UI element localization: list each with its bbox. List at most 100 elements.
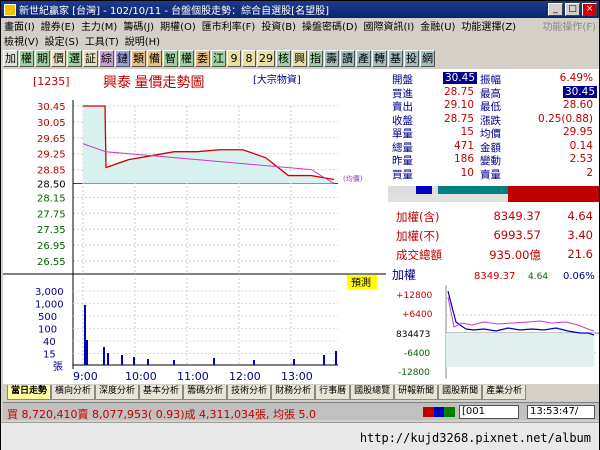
time-axis-label: 11:00 xyxy=(177,370,209,383)
toolbar-button[interactable]: 核 xyxy=(276,49,291,67)
clock-display: 13:53:47/ xyxy=(527,405,595,419)
tab-9[interactable]: 研報新聞 xyxy=(394,385,439,400)
app-window: 新世紀贏家 [台灣] - 102/10/11 - 台盤個股走勢：綜合自選股[名望… xyxy=(0,0,600,450)
toolbar: 加權期價選証綜鏈類備智權委江 9 8 29 核興指壽讀產轉基投網 xyxy=(1,48,599,68)
tab-3[interactable]: 基本分析 xyxy=(139,385,184,400)
mini-index-chart[interactable]: 加權 8349.37 4.64 0.06% +12800 +6400 83447… xyxy=(388,267,599,384)
toolbar-button[interactable]: 基 xyxy=(388,49,403,67)
mini-axis-label: +6400 xyxy=(402,310,433,320)
volume-bar xyxy=(84,305,86,365)
tab-1[interactable]: 橫向分析 xyxy=(51,385,96,400)
volume-bar xyxy=(335,351,337,365)
menu-item[interactable]: 畫面(I) xyxy=(1,18,38,33)
mini-pct: 0.06% xyxy=(563,271,595,282)
toolbar-button[interactable]: 委 xyxy=(195,49,210,67)
maximize-button[interactable]: □ xyxy=(565,3,580,16)
price-volume-chart[interactable]: [1235] 興泰 量價走勢圖 [大宗物資] 30.45 30.05 29.65 29… xyxy=(3,69,386,384)
index-value: 8349.37 xyxy=(493,209,541,223)
toolbar-button[interactable]: 智 xyxy=(163,49,178,67)
toolbar-button[interactable]: 轉 xyxy=(372,49,387,67)
menu-item[interactable]: 期權(O) xyxy=(157,18,199,33)
tab-4[interactable]: 籌碼分析 xyxy=(183,385,228,400)
quote-value: 471 xyxy=(453,139,474,152)
menu-item[interactable]: 國際資訊(I) xyxy=(361,18,418,33)
quote-row: 總量 471 金額 0.14 xyxy=(388,139,599,154)
time-axis-label: 13:00 xyxy=(281,370,313,383)
quote-panel: 加權(含) 8349.37 4.64 加權(不) 6993.57 3.40 成交總額… xyxy=(388,69,599,384)
menu-item[interactable]: 功能選擇(Z) xyxy=(458,18,519,33)
predict-label: 預測 xyxy=(351,276,371,289)
volume-axis-label: 3,000 xyxy=(35,287,64,298)
menu-item[interactable]: 檢視(V) xyxy=(1,33,42,48)
menu-item[interactable]: 匯市利率(F) xyxy=(199,18,259,33)
menu-item[interactable]: 投資(B) xyxy=(258,18,299,33)
mini-price: 8349.37 xyxy=(474,271,515,282)
volume-bar xyxy=(107,353,109,365)
toolbar-button[interactable]: 8 xyxy=(242,49,256,67)
volume-axis-label: 40 xyxy=(43,337,56,348)
tab-2[interactable]: 深度分析 xyxy=(95,385,140,400)
menu-item[interactable]: 說明(H) xyxy=(122,33,163,48)
quote-label: 賣量 xyxy=(480,168,501,181)
toolbar-button[interactable]: 鏈 xyxy=(115,49,130,67)
toolbar-button[interactable]: 產 xyxy=(356,49,371,67)
toolbar-button[interactable]: 讀 xyxy=(340,49,355,67)
status-bar: 買 8,720,410賣 8,077,953( 0.93)成 4,311,034… xyxy=(3,402,599,421)
toolbar-button[interactable]: 興 xyxy=(292,49,307,67)
tab-10[interactable]: 國股新聞 xyxy=(438,385,483,400)
toolbar-button[interactable]: 江 xyxy=(211,49,226,67)
volume-bar xyxy=(121,355,123,365)
tab-6[interactable]: 財務分析 xyxy=(271,385,316,400)
toolbar-button[interactable]: 投 xyxy=(404,49,419,67)
watermark-url: http://kujd3268.pixnet.net/album xyxy=(1,422,599,450)
index-change: 21.6 xyxy=(567,247,593,261)
index-row: 成交總額 935.00億 21.6 xyxy=(388,247,599,263)
time-axis-label: 12:00 xyxy=(229,370,261,383)
window-title: 新世紀贏家 [台灣] - 102/10/11 - 台盤個股走勢：綜合自選股[名望… xyxy=(19,6,329,17)
toolbar-button[interactable]: 權 xyxy=(19,49,34,67)
menu-item[interactable]: 主力(M) xyxy=(78,18,120,33)
menu-item[interactable]: 籌碼(J) xyxy=(120,18,157,33)
index-label: 加權(不) xyxy=(396,229,440,243)
price-axis-label: 29.65 xyxy=(37,134,66,145)
tab-8[interactable]: 國股總覽 xyxy=(350,385,395,400)
menu-item[interactable]: 操盤密碼(D) xyxy=(299,18,361,33)
quote-value: 29.10 xyxy=(443,99,474,111)
toolbar-button[interactable]: 9 xyxy=(227,49,241,67)
toolbar-button[interactable]: 選 xyxy=(67,49,82,67)
tab-11[interactable]: 產業分析 xyxy=(482,385,527,400)
toolbar-button[interactable]: 權 xyxy=(179,49,194,67)
toolbar-button[interactable]: 類 xyxy=(131,49,146,67)
close-button[interactable]: × xyxy=(582,3,597,16)
menu-item[interactable]: 證券(E) xyxy=(38,18,78,33)
minimize-button[interactable]: _ xyxy=(548,3,563,16)
toolbar-button[interactable]: 加 xyxy=(3,49,18,67)
tab-0[interactable]: 當日走勢 xyxy=(7,385,52,400)
quote-value: 28.60 xyxy=(562,99,593,111)
toolbar-button[interactable]: 証 xyxy=(83,49,98,67)
quote-value: 30.45 xyxy=(562,85,597,98)
toolbar-button[interactable]: 期 xyxy=(35,49,50,67)
price-axis-label: 28.85 xyxy=(37,166,66,177)
menu-item[interactable]: 金融(U) xyxy=(417,18,458,33)
toolbar-button[interactable]: 價 xyxy=(51,49,66,67)
menu-item[interactable]: 設定(S) xyxy=(42,33,82,48)
tab-5[interactable]: 技術分析 xyxy=(227,385,272,400)
toolbar-button[interactable]: 網 xyxy=(420,49,435,67)
toolbar-button[interactable]: 綜 xyxy=(99,49,114,67)
toolbar-button[interactable]: 29 xyxy=(257,49,275,67)
menu-item[interactable]: 功能操作(F) xyxy=(539,18,599,33)
quote-label: 買量 xyxy=(392,168,413,181)
status-color-indicator xyxy=(423,407,456,417)
menu-item[interactable]: 工具(T) xyxy=(82,33,122,48)
toolbar-button[interactable]: 壽 xyxy=(324,49,339,67)
toolbar-button[interactable]: 備 xyxy=(147,49,162,67)
stock-code-input[interactable]: [001 xyxy=(459,405,519,419)
price-axis-label: 30.45 xyxy=(37,102,66,113)
tab-7[interactable]: 行事曆 xyxy=(315,385,351,400)
quote-row: 買進 28.75 最高 30.45 xyxy=(388,85,599,100)
toolbar-button[interactable]: 指 xyxy=(308,49,323,67)
time-axis-label: 9:00 xyxy=(73,370,98,383)
quote-value: 186 xyxy=(453,153,474,165)
volume-bar xyxy=(323,355,325,365)
